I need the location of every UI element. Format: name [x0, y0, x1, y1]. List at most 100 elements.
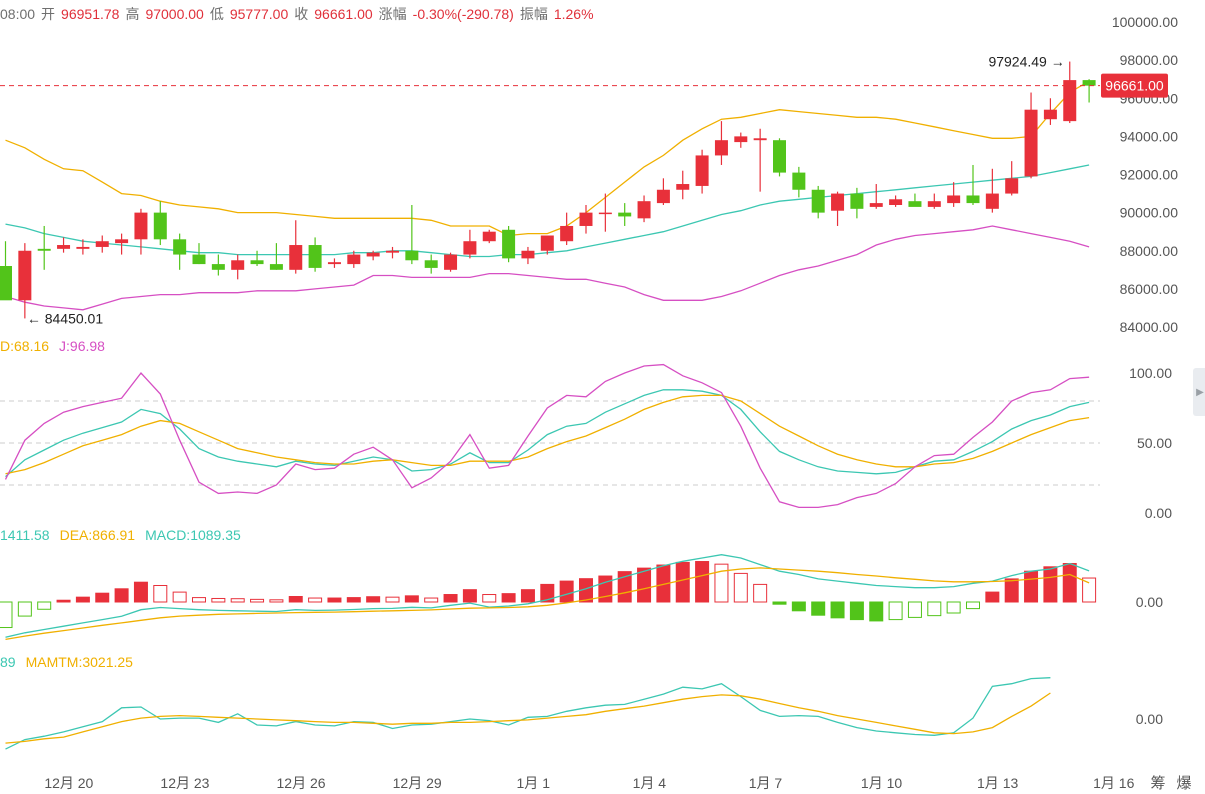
- macd-histogram-bar: [211, 597, 226, 603]
- candle-body: [734, 136, 748, 143]
- candle-body: [831, 193, 845, 211]
- macd-histogram-bar: [791, 601, 806, 612]
- macd-histogram-bar: [385, 596, 400, 603]
- macd-histogram-bar: [192, 597, 206, 603]
- kdj-panel: 100.00 50.00 0.00: [0, 363, 1172, 521]
- candle-body: [1024, 109, 1038, 177]
- current-price-text: 96661.00: [1105, 78, 1164, 94]
- candle-body: [947, 195, 961, 204]
- macd-histogram-bar: [888, 601, 903, 621]
- candle-body: [598, 212, 612, 215]
- time-tick-label: 1月 1: [517, 775, 551, 791]
- macd-histogram-bar: [366, 596, 381, 603]
- macd-histogram-bar: [985, 591, 1000, 603]
- macd-histogram-bar: [1004, 578, 1019, 603]
- candle-body: [579, 212, 593, 226]
- time-tick-label: 12月 23: [160, 775, 209, 791]
- macd-histogram-bar: [695, 561, 710, 603]
- macd-histogram-bar: [772, 601, 787, 605]
- macd-histogram-bar: [675, 561, 690, 603]
- price-axis: 100000.0098000.0096000.0094000.0092000.0…: [1112, 14, 1178, 335]
- candle-body: [985, 193, 999, 209]
- macd-histogram-bar: [946, 601, 961, 614]
- candle-body: [347, 254, 361, 265]
- macd-histogram-bar: [424, 597, 439, 603]
- candle-body: [211, 264, 225, 270]
- macd-histogram-bar: [462, 589, 477, 603]
- macd-histogram-bar: [17, 601, 32, 617]
- macd-histogram-bar: [482, 594, 497, 603]
- candle-body: [966, 195, 980, 204]
- collapse-panel-tab[interactable]: ▶: [1193, 368, 1205, 416]
- macd-histogram-bar: [250, 598, 265, 603]
- macd-histogram-bar: [288, 596, 303, 603]
- price-tick-label: 98000.00: [1120, 52, 1179, 68]
- candle-body: [1063, 80, 1077, 122]
- chevron-right-icon: ▶: [1196, 386, 1204, 398]
- macd-histogram-bar: [811, 601, 826, 616]
- candle-body: [231, 260, 245, 270]
- macd-histogram-bar: [404, 595, 419, 603]
- candle-body: [695, 155, 709, 186]
- candle-body: [18, 250, 32, 301]
- macd-histogram-bar: [114, 588, 129, 603]
- macd-panel: 0.00: [0, 554, 1163, 641]
- macd-histogram-bar: [0, 601, 13, 629]
- macd-histogram-bar: [346, 597, 361, 603]
- macd-histogram-bar: [230, 598, 245, 603]
- candle-body: [482, 231, 496, 242]
- candle-body: [173, 239, 187, 255]
- candle-body: [676, 184, 690, 190]
- boll-upper-line: [5, 80, 1090, 237]
- macd-histogram-bar: [75, 596, 90, 603]
- macd-histogram-bar: [830, 601, 845, 619]
- candle-body: [115, 239, 129, 244]
- candle-body: [76, 246, 90, 249]
- macd-histogram-bar: [501, 593, 516, 603]
- candle-body: [869, 203, 883, 207]
- time-tick-label: 12月 26: [277, 775, 326, 791]
- candle-body: [889, 199, 903, 205]
- macd-histogram-bar: [95, 592, 110, 603]
- candle-body: [927, 201, 941, 207]
- candle-body: [1043, 109, 1057, 120]
- candle-body: [540, 235, 554, 251]
- mtm-line: [5, 677, 1051, 750]
- macd-histogram-bar: [869, 601, 884, 622]
- macd-histogram-bar: [753, 583, 768, 603]
- candle-body: [714, 140, 728, 156]
- kdj-tick-label: 100.00: [1129, 365, 1172, 381]
- max-price-annotation: 97924.49 →: [988, 54, 1064, 70]
- time-tick-label: 1月 7: [749, 775, 783, 791]
- candle-body: [656, 189, 670, 204]
- candles: [0, 61, 1096, 319]
- candle-body: [250, 260, 264, 265]
- macd-dea-line: [5, 567, 1090, 641]
- macd-histogram-bar: [37, 601, 52, 610]
- macd-histogram-bar: [1082, 577, 1097, 603]
- candle-body: [560, 225, 574, 242]
- macd-histogram-bar: [849, 601, 864, 621]
- candle-body: [637, 201, 651, 219]
- time-tick-label: 1月 4: [633, 775, 667, 791]
- time-tick-label: 12月 20: [44, 775, 93, 791]
- candle-body: [308, 245, 322, 268]
- time-tick-label: 1月 16: [1093, 775, 1134, 791]
- kdj-k-line: [5, 389, 1090, 478]
- chart-root: 08:00 开 96951.78 高 97000.00 低 95777.00 收…: [0, 0, 1205, 794]
- price-tick-label: 94000.00: [1120, 128, 1179, 144]
- candle-body: [269, 264, 283, 270]
- macd-histogram-bar: [327, 597, 342, 603]
- candle-body: [908, 201, 922, 207]
- candle-body: [618, 212, 632, 217]
- macd-histogram-bar: [598, 575, 613, 603]
- macd-histogram-bar: [637, 567, 652, 603]
- time-tick-label: 1月 10: [861, 775, 902, 791]
- candle-body: [386, 250, 399, 253]
- candle-body: [811, 189, 825, 213]
- time-axis: 12月 20 12月 23 12月 26 12月 29 1月 1 1月 4 1月 7 1月 1…: [44, 775, 1191, 792]
- macd-histogram-bar: [133, 581, 148, 603]
- candle-body: [792, 172, 806, 190]
- candle-body: [521, 250, 535, 259]
- time-tick-label: 12月 29: [393, 775, 442, 791]
